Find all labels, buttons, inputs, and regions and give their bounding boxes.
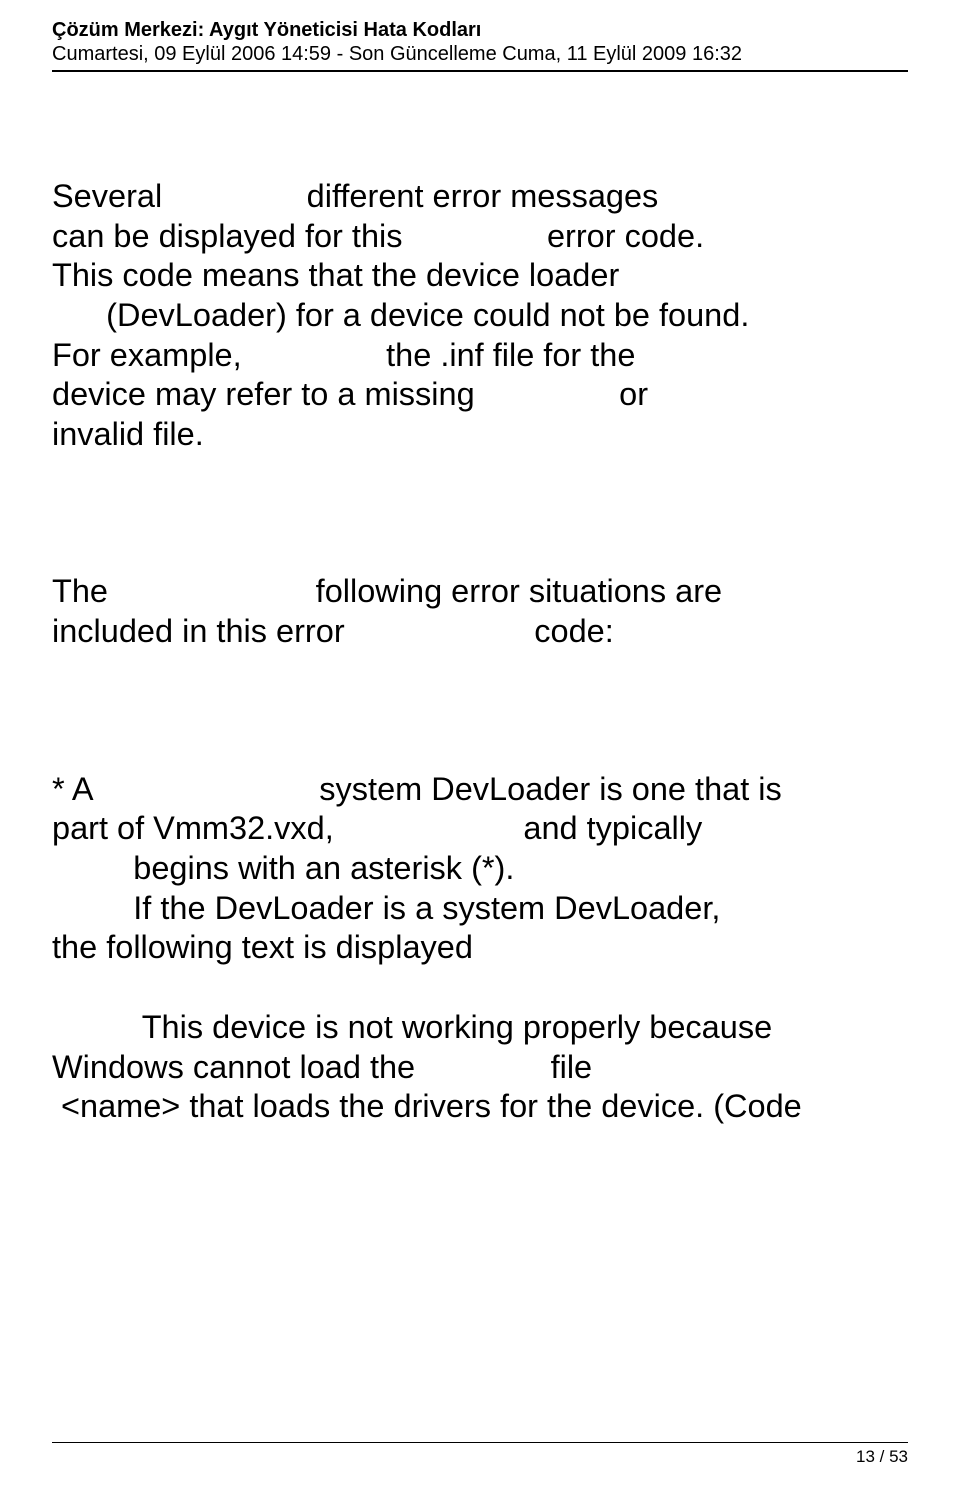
body-line: Several different error messages xyxy=(52,177,908,217)
body-line: (DevLoader) for a device could not be fo… xyxy=(52,296,908,336)
body-line: included in this error code: xyxy=(52,612,908,652)
document-body: Several different error messages can be … xyxy=(52,177,908,1127)
header-title: Çözüm Merkezi: Aygıt Yöneticisi Hata Kod… xyxy=(52,18,908,42)
body-line: the following text is displayed xyxy=(52,928,908,968)
header-meta: Cumartesi, 09 Eylül 2006 14:59 - Son Gün… xyxy=(52,42,908,66)
body-line: For example, the .inf file for the xyxy=(52,336,908,376)
body-line: The following error situations are xyxy=(52,572,908,612)
body-line: invalid file. xyxy=(52,415,908,455)
body-line: This device is not working properly beca… xyxy=(52,1008,908,1048)
page-header: Çözüm Merkezi: Aygıt Yöneticisi Hata Kod… xyxy=(52,18,908,72)
body-line: This code means that the device loader xyxy=(52,256,908,296)
body-line: device may refer to a missing or xyxy=(52,375,908,415)
header-rule xyxy=(52,70,908,72)
footer-rule xyxy=(52,1442,908,1443)
body-line: * A system DevLoader is one that is xyxy=(52,770,908,810)
page-number: 13 / 53 xyxy=(856,1447,908,1467)
body-line: If the DevLoader is a system DevLoader, xyxy=(52,889,908,929)
body-line: Windows cannot load the file xyxy=(52,1048,908,1088)
body-line: part of Vmm32.vxd, and typically xyxy=(52,809,908,849)
body-line: can be displayed for this error code. xyxy=(52,217,908,257)
body-line: begins with an asterisk (*). xyxy=(52,849,908,889)
body-line: <name> that loads the drivers for the de… xyxy=(52,1087,908,1127)
